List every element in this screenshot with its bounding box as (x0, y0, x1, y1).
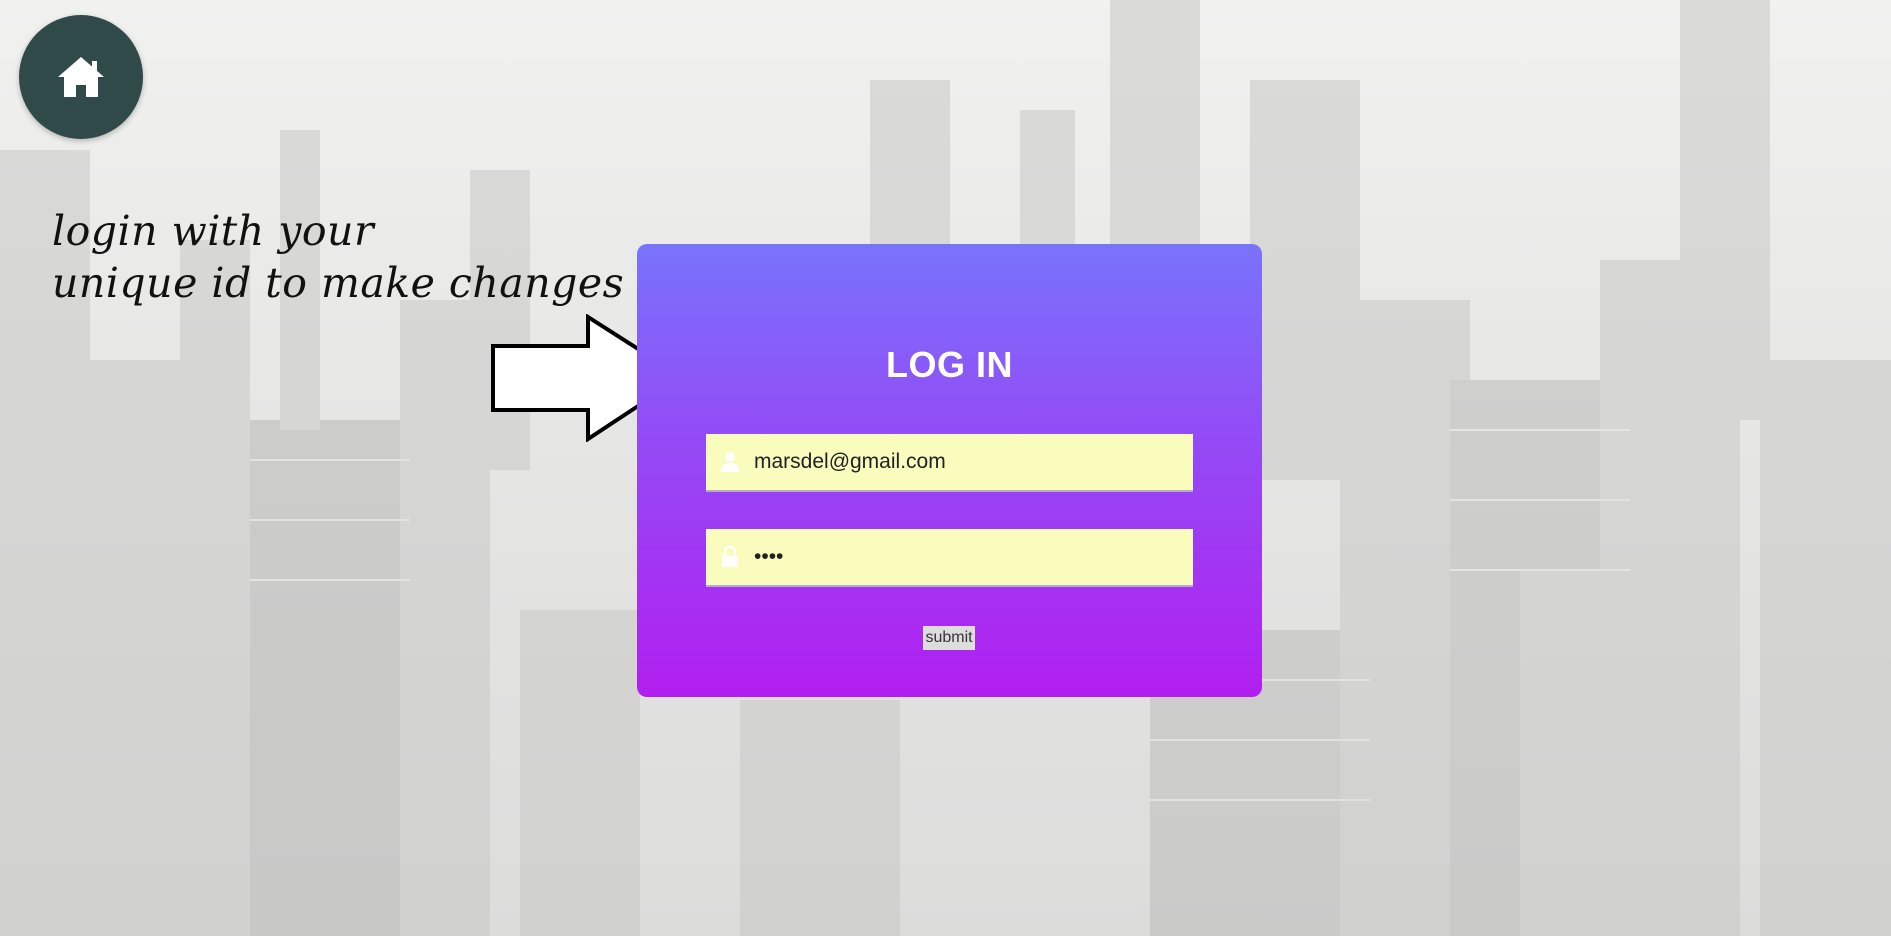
home-icon (58, 57, 104, 97)
login-card: LOG IN submit (637, 244, 1262, 697)
login-page: login with your unique id to make change… (0, 0, 1891, 936)
user-icon (706, 433, 754, 491)
password-input[interactable] (754, 529, 1174, 585)
password-field (706, 529, 1193, 587)
hint-line-1: login with your (52, 207, 375, 255)
submit-button[interactable]: submit (923, 626, 975, 650)
hint-line-2: unique id to make changes (52, 259, 625, 307)
email-field (706, 434, 1193, 492)
lock-icon (706, 528, 754, 586)
home-button[interactable] (19, 15, 143, 139)
login-title: LOG IN (886, 344, 1013, 385)
email-input[interactable] (754, 434, 1174, 490)
login-hint: login with your unique id to make change… (52, 205, 692, 309)
